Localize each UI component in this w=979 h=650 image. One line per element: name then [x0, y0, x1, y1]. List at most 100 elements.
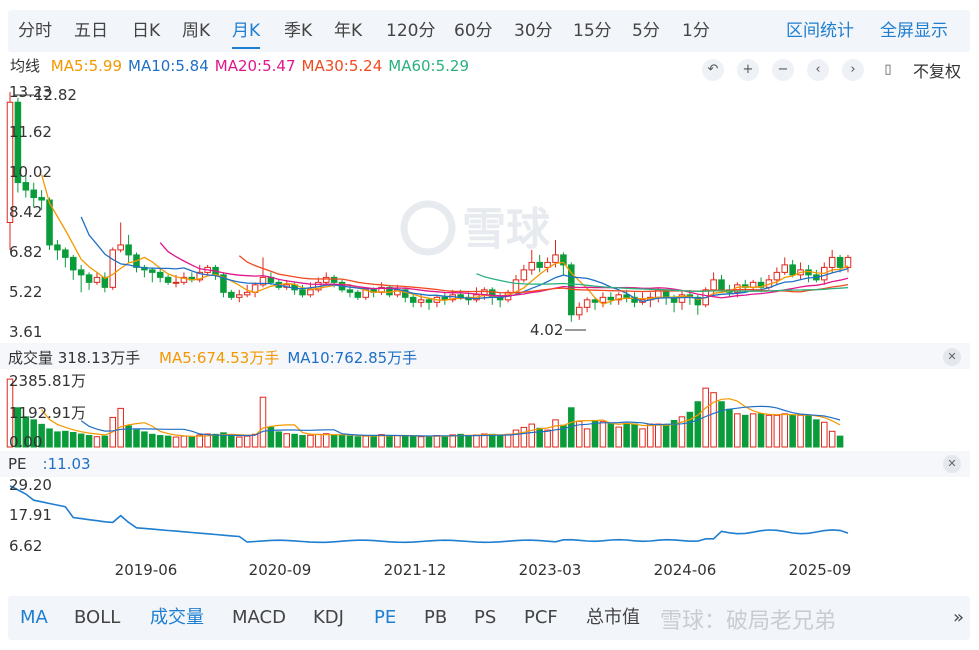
volume-bar — [781, 413, 789, 448]
volume-bar — [805, 414, 812, 448]
candle-body — [62, 249, 69, 258]
volume-bar — [62, 430, 69, 448]
volume-bar — [528, 423, 536, 448]
candle-body — [789, 264, 796, 276]
volume-bar — [409, 435, 417, 448]
volume-bar — [299, 435, 306, 448]
volume-bar — [591, 419, 599, 448]
indicator-1[interactable]: BOLL — [74, 596, 120, 640]
volume-bar — [465, 435, 472, 448]
ma5-line — [40, 174, 849, 306]
volume-bar — [378, 434, 385, 448]
volume-bar — [623, 422, 630, 448]
indicator-8[interactable]: PCF — [524, 596, 558, 640]
indicator-0[interactable]: MA — [20, 596, 48, 640]
volume-bar — [773, 414, 781, 448]
volume-bar — [741, 414, 749, 448]
candle-body — [575, 306, 583, 316]
volume-tick-label: 2385.81万 — [9, 372, 86, 390]
max-price-annotation: 12.82 — [34, 86, 77, 104]
volume-bar — [362, 435, 370, 448]
volume-bar — [141, 431, 148, 448]
candle-body — [235, 294, 243, 298]
volume-bar — [615, 426, 623, 448]
indicator-6[interactable]: PB — [424, 596, 447, 640]
volume-bar — [251, 433, 259, 448]
volume-bar — [394, 435, 401, 448]
volume-bar — [172, 436, 180, 448]
volume-bar — [283, 433, 290, 448]
volume-bar — [330, 434, 338, 448]
price-tick-label: 11.62 — [9, 123, 52, 141]
candle-body — [718, 279, 725, 291]
volume-bar — [488, 433, 496, 448]
volume-bar — [654, 423, 662, 448]
volume-bar — [180, 435, 188, 448]
candle-body — [781, 264, 789, 273]
candle-body — [22, 182, 30, 191]
volume-bar — [473, 434, 480, 448]
pe-tick-label: 17.91 — [9, 506, 52, 524]
volume-bar — [149, 433, 156, 448]
candle-body — [77, 269, 85, 276]
volume-bar — [583, 428, 591, 448]
volume-bar — [813, 419, 820, 448]
indicator-5[interactable]: PE — [374, 596, 396, 640]
price-tick-label: 5.22 — [9, 283, 42, 301]
volume-bar — [828, 430, 836, 448]
candle-body — [417, 299, 425, 303]
candle-body — [836, 256, 844, 268]
close-volume-icon[interactable]: ✕ — [943, 348, 961, 366]
volume-bar — [235, 436, 243, 448]
pe-header: PE:11.03 — [8, 455, 91, 473]
pe-tick-label: 29.20 — [9, 476, 52, 494]
volume-header: 成交量 318.13万手 MA5:674.53万手 MA10:762.85万手 — [8, 347, 425, 368]
candle-body — [85, 274, 93, 283]
indicator-3[interactable]: MACD — [232, 596, 286, 640]
volume-bar — [718, 401, 725, 448]
date-tick-label: 2021-12 — [384, 561, 447, 579]
date-tick-label: 2019-06 — [115, 561, 178, 579]
candle-body — [583, 299, 591, 308]
volume-bar — [425, 435, 433, 448]
volume-bar — [821, 421, 828, 448]
candle-body — [172, 281, 180, 284]
indicator-2[interactable]: 成交量 — [150, 596, 204, 640]
indicator-7[interactable]: PS — [474, 596, 496, 640]
volume-bar — [449, 434, 456, 448]
volume-bar — [386, 435, 393, 448]
candle-body — [243, 291, 251, 296]
candle-body — [149, 269, 156, 273]
date-tick-label: 2025-09 — [789, 561, 852, 579]
pe-line — [9, 485, 849, 544]
double-chevron-right-icon[interactable]: » — [953, 596, 964, 640]
candle-body — [520, 269, 528, 281]
volume-bar — [133, 429, 140, 448]
volume-bar — [686, 411, 694, 448]
volume-bar — [188, 436, 196, 448]
date-tick-label: 2024-06 — [654, 561, 717, 579]
candle-body — [69, 256, 77, 271]
price-tick-label: 8.42 — [9, 203, 42, 221]
volume-bar — [710, 392, 717, 448]
pe-header-bg — [0, 451, 970, 477]
candle-body — [552, 254, 559, 263]
indicator-4[interactable]: KDJ — [313, 596, 344, 640]
indicator-9[interactable]: 总市值 — [586, 596, 640, 640]
volume-bar — [496, 435, 504, 448]
volume-bar — [662, 424, 670, 448]
volume-bar — [734, 413, 741, 448]
kline-chart: 雪球 13.2311.6210.028.426.825.223.6112.824… — [6, 83, 852, 579]
date-tick-label: 2023-03 — [519, 561, 582, 579]
candle-body — [828, 256, 836, 268]
close-pe-icon[interactable]: ✕ — [943, 455, 961, 473]
volume-bar — [520, 426, 528, 448]
volume-bar — [85, 435, 93, 448]
volume-bar — [765, 414, 773, 448]
candle-body — [409, 296, 417, 303]
candle-body — [307, 289, 314, 296]
volume-bar — [212, 433, 219, 448]
volume-bar — [370, 435, 377, 448]
candle-body — [425, 299, 433, 303]
volume-bar — [322, 433, 330, 448]
